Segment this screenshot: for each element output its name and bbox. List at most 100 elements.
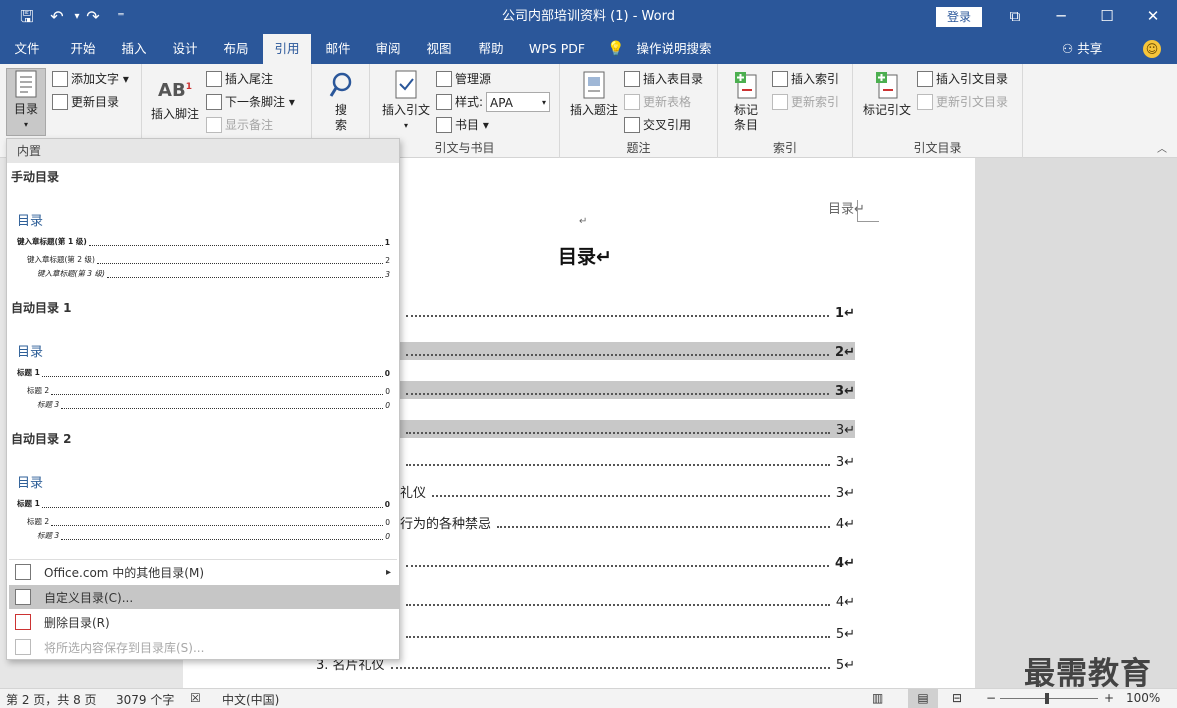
endnote-icon bbox=[206, 71, 222, 87]
print-layout-icon[interactable]: ▤ bbox=[908, 689, 938, 708]
login-button[interactable]: 登录 bbox=[936, 7, 982, 27]
web-layout-icon[interactable]: ⊟ bbox=[952, 691, 962, 705]
proofing-icon[interactable]: ☒ bbox=[190, 691, 201, 705]
feedback-smiley-icon[interactable]: ☺ bbox=[1143, 40, 1161, 58]
add-text-button[interactable]: 添加文字 ▾ bbox=[52, 69, 129, 89]
gallery-preview-text: 标题 2 bbox=[27, 517, 50, 526]
gallery-preview-text: 标题 2 bbox=[27, 386, 50, 395]
bibliography-button[interactable]: 书目 ▾ bbox=[436, 115, 489, 135]
toc-gallery-item[interactable]: 自动目录 1 目录 标题 1 0 标题 2 0 标题 3 0 bbox=[7, 294, 399, 424]
word-count[interactable]: 3079 个字 bbox=[116, 691, 174, 708]
style-dropdown[interactable]: APA ▾ bbox=[486, 92, 551, 112]
toc-leader-dots bbox=[406, 636, 830, 638]
update-toc-button[interactable]: 更新目录 bbox=[52, 92, 119, 112]
update-toa-button[interactable]: 更新引文目录 bbox=[917, 92, 1008, 112]
toc-button[interactable]: 目录 ▾ bbox=[6, 68, 46, 136]
save-to-gallery-icon bbox=[15, 639, 31, 655]
toc-gallery-item[interactable]: 手动目录 目录 键入章标题(第 1 级) 1 键入章标题(第 2 级) 2 键入章标题(第 … bbox=[7, 163, 399, 293]
close-icon[interactable]: ✕ bbox=[1130, 0, 1176, 34]
manage-sources-button[interactable]: 管理源 bbox=[436, 69, 491, 89]
toc-page-number: 3↵ bbox=[835, 423, 855, 438]
show-notes-button[interactable]: 显示备注 bbox=[206, 115, 273, 135]
toc-gallery-item[interactable]: 自动目录 2 目录 标题 1 0 标题 2 0 标题 3 0 bbox=[7, 425, 399, 555]
gallery-preview-page: 3 bbox=[385, 270, 390, 279]
language-indicator[interactable]: 中文(中国) bbox=[222, 691, 279, 708]
zoom-slider-track[interactable] bbox=[1000, 698, 1098, 699]
tab-review[interactable]: 审阅 bbox=[364, 34, 412, 64]
insert-footnote-button[interactable]: AB1 插入脚注 bbox=[148, 74, 202, 122]
tab-insert[interactable]: 插入 bbox=[110, 34, 158, 64]
zoom-level[interactable]: 100% bbox=[1126, 691, 1160, 705]
toc-entry[interactable]: 5↵ bbox=[400, 624, 855, 642]
chevron-down-icon: ▾ bbox=[542, 98, 547, 107]
update-table-button[interactable]: 更新表格 bbox=[624, 92, 691, 112]
tab-references[interactable]: 引用 bbox=[263, 34, 311, 64]
tab-view[interactable]: 视图 bbox=[414, 34, 464, 64]
toc-entry[interactable]: 4↵ bbox=[400, 592, 855, 610]
update-toa-label: 更新引文目录 bbox=[936, 95, 1009, 109]
gallery-preview-line: 标题 1 0 bbox=[17, 499, 390, 509]
next-footnote-button[interactable]: 下一条脚注 ▾ bbox=[206, 92, 295, 112]
maximize-icon[interactable]: ☐ bbox=[1084, 0, 1130, 34]
collapse-ribbon-icon[interactable]: ︿ bbox=[1157, 140, 1167, 155]
customize-qat-icon[interactable]: ⁼ bbox=[108, 0, 134, 34]
menu-item-more-toc[interactable]: Office.com 中的其他目录(M) ▸ bbox=[9, 560, 399, 584]
update-index-button[interactable]: 更新索引 bbox=[772, 92, 839, 112]
zoom-in-button[interactable]: + bbox=[1104, 691, 1114, 705]
gallery-item-name: 自动目录 1 bbox=[11, 301, 72, 315]
share-button[interactable]: ⚇ 共享 bbox=[1062, 34, 1102, 64]
tab-layout[interactable]: 布局 bbox=[212, 34, 260, 64]
tab-file[interactable]: 文件 bbox=[4, 34, 50, 64]
margin-marker bbox=[857, 200, 879, 222]
insert-table-of-figures-button[interactable]: 插入表目录 bbox=[624, 69, 703, 89]
gallery-preview-page: 0 bbox=[385, 532, 390, 541]
menu-item-remove-toc[interactable]: 删除目录(R) bbox=[9, 610, 399, 634]
menu-item-save-selection[interactable]: 将所选内容保存到目录库(S)... bbox=[9, 635, 399, 659]
zoom-slider-thumb[interactable] bbox=[1045, 693, 1049, 704]
zoom-out-button[interactable]: − bbox=[986, 691, 996, 705]
insert-caption-button[interactable]: 插入题注 bbox=[566, 70, 622, 118]
page-count[interactable]: 第 2 页，共 8 页 bbox=[6, 691, 97, 708]
toc-page-number: 5↵ bbox=[835, 627, 855, 642]
insert-toa-button[interactable]: 插入引文目录 bbox=[917, 69, 1008, 89]
table-of-figures-icon bbox=[624, 71, 640, 87]
toc-page-number: 3↵ bbox=[835, 455, 855, 470]
toc-entry[interactable]: 礼仪 3↵ bbox=[400, 483, 855, 501]
toc-entry[interactable]: 3↵ bbox=[400, 452, 855, 470]
mark-citation-button[interactable]: 标记引文 bbox=[859, 70, 915, 118]
search-button[interactable]: 搜 索 bbox=[322, 70, 360, 133]
toc-entry[interactable]: 行为的各种禁忌 4↵ bbox=[400, 514, 855, 532]
insert-index-button[interactable]: 插入索引 bbox=[772, 69, 839, 89]
tab-home[interactable]: 开始 bbox=[58, 34, 108, 64]
save-icon[interactable]: 🖫 bbox=[14, 0, 40, 34]
insert-endnote-button[interactable]: 插入尾注 bbox=[206, 69, 273, 89]
gallery-preview-line: 标题 3 0 bbox=[37, 400, 390, 410]
menu-item-label: 自定义目录(C)... bbox=[44, 590, 134, 605]
tab-wps-pdf[interactable]: WPS PDF bbox=[522, 34, 592, 64]
insert-citation-button[interactable]: 插入引文 ▾ bbox=[376, 70, 436, 133]
toc-page-number: 3↵ bbox=[835, 384, 855, 399]
insert-toa-label: 插入引文目录 bbox=[936, 72, 1009, 86]
toc-page-number: 3↵ bbox=[835, 486, 855, 501]
ribbon-display-icon[interactable]: ⧉ bbox=[992, 0, 1038, 34]
tab-design[interactable]: 设计 bbox=[162, 34, 208, 64]
show-notes-label: 显示备注 bbox=[225, 118, 274, 132]
tab-help[interactable]: 帮助 bbox=[466, 34, 516, 64]
minimize-icon[interactable]: ─ bbox=[1038, 0, 1084, 34]
toc-entry[interactable]: 1↵ bbox=[400, 303, 855, 321]
toc-entry[interactable]: 4↵ bbox=[400, 553, 855, 571]
menu-item-label: 删除目录(R) bbox=[44, 615, 110, 630]
toc-entry[interactable]: 2↵ bbox=[400, 342, 855, 360]
gallery-preview-dots bbox=[88, 245, 383, 246]
toc-entry[interactable]: 3↵ bbox=[400, 420, 855, 438]
read-mode-icon[interactable]: ▥ bbox=[872, 691, 883, 705]
tab-mailings[interactable]: 邮件 bbox=[314, 34, 362, 64]
insert-index-label: 插入索引 bbox=[791, 72, 840, 86]
mark-entry-button[interactable]: 标记 条目 bbox=[724, 70, 768, 133]
mark-entry-label-1: 标记 bbox=[733, 103, 758, 117]
tell-me-search[interactable]: 操作说明搜索 bbox=[632, 34, 716, 64]
cross-reference-button[interactable]: 交叉引用 bbox=[624, 115, 691, 135]
redo-icon[interactable]: ↷ bbox=[80, 0, 106, 34]
menu-item-custom-toc[interactable]: 自定义目录(C)... bbox=[9, 585, 399, 609]
toc-entry[interactable]: 3↵ bbox=[400, 381, 855, 399]
